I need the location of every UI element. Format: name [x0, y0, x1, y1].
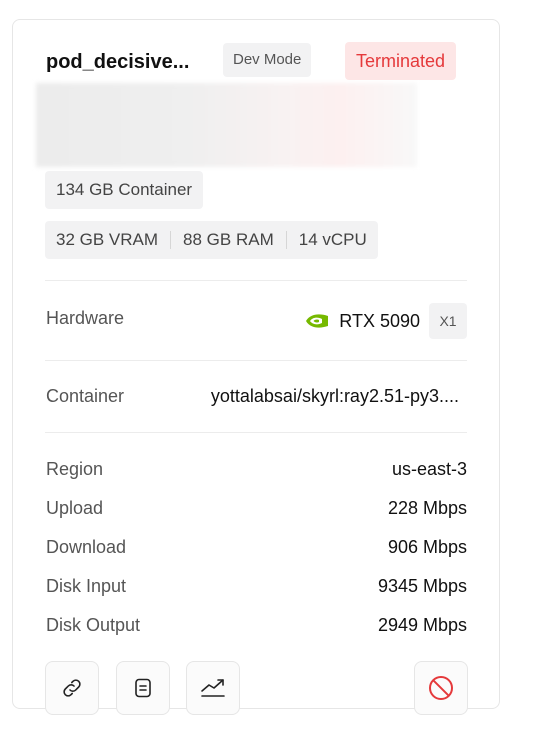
gpu-name: RTX 5090: [339, 310, 420, 331]
divider: [45, 360, 467, 361]
divider: [45, 432, 467, 433]
container-image[interactable]: yottalabsai/skyrl:ray2.51-py3....: [211, 386, 459, 407]
pod-header: pod_decisive... Dev Mode Terminated: [46, 42, 466, 80]
chart-icon: [201, 679, 225, 697]
link-icon: [63, 679, 81, 697]
download-value: 906 Mbps: [387, 537, 467, 557]
vram-spec: 32 GB VRAM: [56, 230, 159, 249]
mode-badge: Dev Mode: [223, 43, 312, 77]
disk-output-label: Disk Output: [46, 615, 141, 635]
logs-icon: [135, 678, 151, 698]
disk-input-value: 9345 Mbps: [377, 576, 467, 596]
container-disk-chip: 134 GB Container: [45, 171, 204, 209]
divider: [45, 280, 467, 281]
disk-output-value: 2949 Mbps: [377, 615, 467, 635]
nvidia-icon: [306, 314, 329, 328]
disk-input-label: Disk Input: [46, 576, 127, 596]
container-label: Container: [46, 386, 125, 406]
spec-divider: [285, 231, 287, 249]
hardware-label: Hardware: [46, 308, 125, 328]
upload-label: Upload: [46, 498, 104, 518]
pod-name[interactable]: pod_decisive...: [46, 51, 211, 74]
upload-value: 228 Mbps: [387, 498, 467, 518]
terminate-button[interactable]: [414, 661, 468, 715]
metrics-button[interactable]: [186, 661, 240, 715]
pod-card: pod_decisive... Dev Mode Terminated 134 …: [12, 19, 500, 715]
ban-icon: [429, 676, 453, 700]
region-value: us-east-3: [391, 459, 467, 479]
gpu-count-badge: X1: [429, 303, 467, 339]
resource-specs-chip: 32 GB VRAM 88 GB RAM 14 vCPU: [45, 221, 378, 259]
spec-divider: [170, 231, 172, 249]
hardware-value: RTX 5090 X1: [305, 303, 467, 339]
copy-link-button[interactable]: [45, 661, 99, 715]
logs-button[interactable]: [116, 661, 170, 715]
region-label: Region: [46, 459, 104, 479]
vcpu-spec: 14 vCPU: [298, 230, 367, 249]
status-badge: Terminated: [345, 42, 457, 80]
ram-spec: 88 GB RAM: [183, 230, 274, 249]
download-label: Download: [46, 537, 127, 557]
redacted-preview: [36, 83, 417, 167]
